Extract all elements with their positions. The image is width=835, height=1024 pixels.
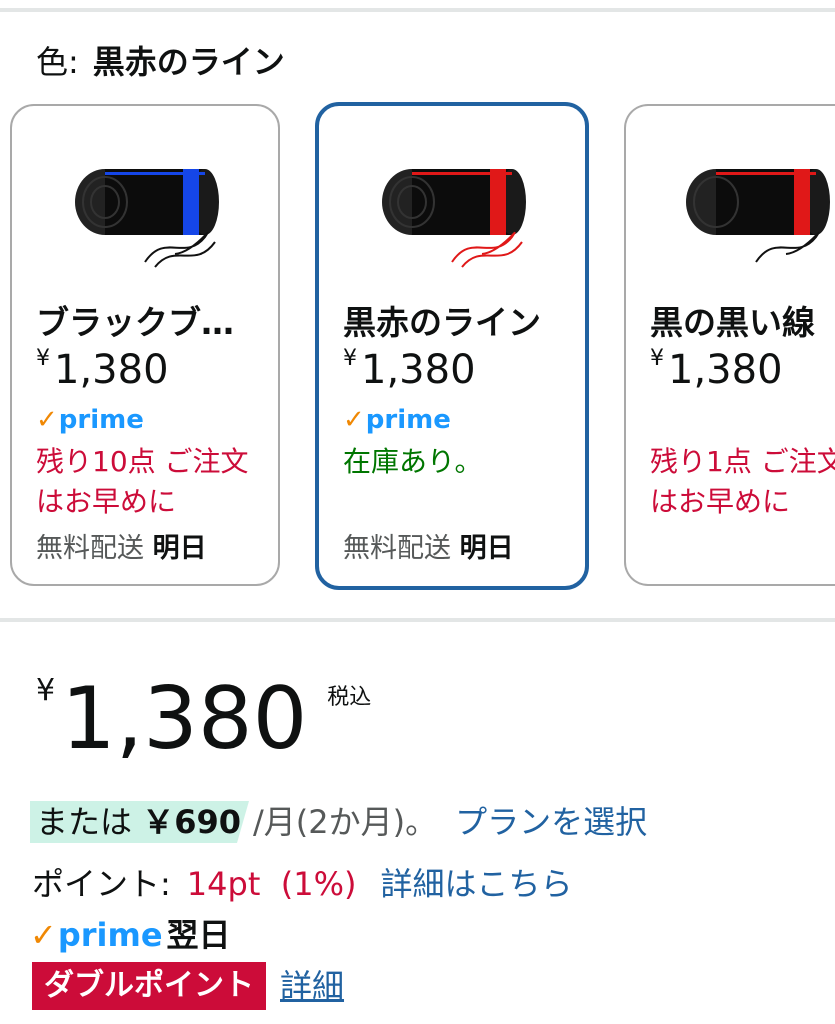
select-plan-link[interactable]: プランを選択 (455, 803, 647, 841)
double-point-details-link[interactable]: 詳細 (280, 967, 344, 1005)
section-divider (0, 618, 835, 622)
prime-badge: ✓ prime (343, 405, 451, 435)
installment-period: /月(2か月)。 (253, 803, 438, 841)
variant-price: ¥1,380 (650, 346, 783, 393)
installment-highlight: または ￥690 (30, 801, 249, 843)
currency-symbol: ¥ (36, 673, 56, 708)
main-price: ¥1,380 税込 (36, 664, 371, 774)
selected-color-value: 黒赤のライン (92, 43, 285, 81)
variant-card-black[interactable]: 黒の黒い線 ¥1,380 残り1点 ご注文はお早めに (624, 104, 835, 586)
shipping-info: 無料配送 明日 (36, 533, 207, 564)
color-selector-label: 色: 黒赤のライン (36, 40, 285, 84)
stock-status: 在庫あり。 (343, 445, 483, 478)
installment-amount: ￥690 (142, 803, 241, 841)
check-icon: ✓ (343, 405, 365, 435)
variant-price: ¥1,380 (343, 346, 476, 393)
points-label: ポイント: (32, 865, 171, 903)
shipping-info: 無料配送 明日 (343, 533, 514, 564)
installment-row: または ￥690/月(2か月)。 プランを選択 (30, 798, 647, 846)
prime-logo: ✓ prime (30, 916, 163, 954)
prime-badge: ✓ prime (36, 405, 144, 435)
product-image (75, 169, 219, 268)
check-icon: ✓ (30, 916, 57, 954)
double-point-row: ダブルポイント 詳細 (32, 962, 344, 1010)
variant-price: ¥1,380 (36, 346, 169, 393)
double-point-badge: ダブルポイント (32, 962, 266, 1010)
color-label: 色: (36, 43, 79, 81)
delivery-day: 翌日 (166, 916, 231, 954)
product-image (686, 169, 830, 263)
variant-name: 黒の黒い線 (650, 303, 815, 342)
points-value: 14pt (1%) (186, 865, 357, 903)
product-image (382, 169, 526, 268)
stock-status: 残り1点 ご注文はお早めに (650, 445, 835, 518)
price-amount: 1,380 (61, 669, 308, 769)
tax-label: 税込 (327, 685, 372, 710)
points-details-link[interactable]: 詳細はこちら (380, 865, 572, 903)
points-row: ポイント: 14pt (1%) 詳細はこちら (32, 862, 572, 906)
variant-name: ブラックブ… (36, 303, 234, 342)
variant-card-blue[interactable]: ブラックブ… ¥1,380 ✓ prime 残り10点 ご注文はお早めに 無料配送… (10, 104, 280, 586)
variant-card-red-selected[interactable]: 黒赤のライン ¥1,380 ✓ prime 在庫あり。 無料配送 明日 (315, 102, 589, 590)
top-divider (0, 8, 835, 12)
check-icon: ✓ (36, 405, 58, 435)
variant-name: 黒赤のライン (343, 303, 541, 342)
prime-delivery-row: ✓ prime 翌日 (30, 910, 231, 956)
stock-status: 残り10点 ご注文はお早めに (36, 445, 249, 518)
